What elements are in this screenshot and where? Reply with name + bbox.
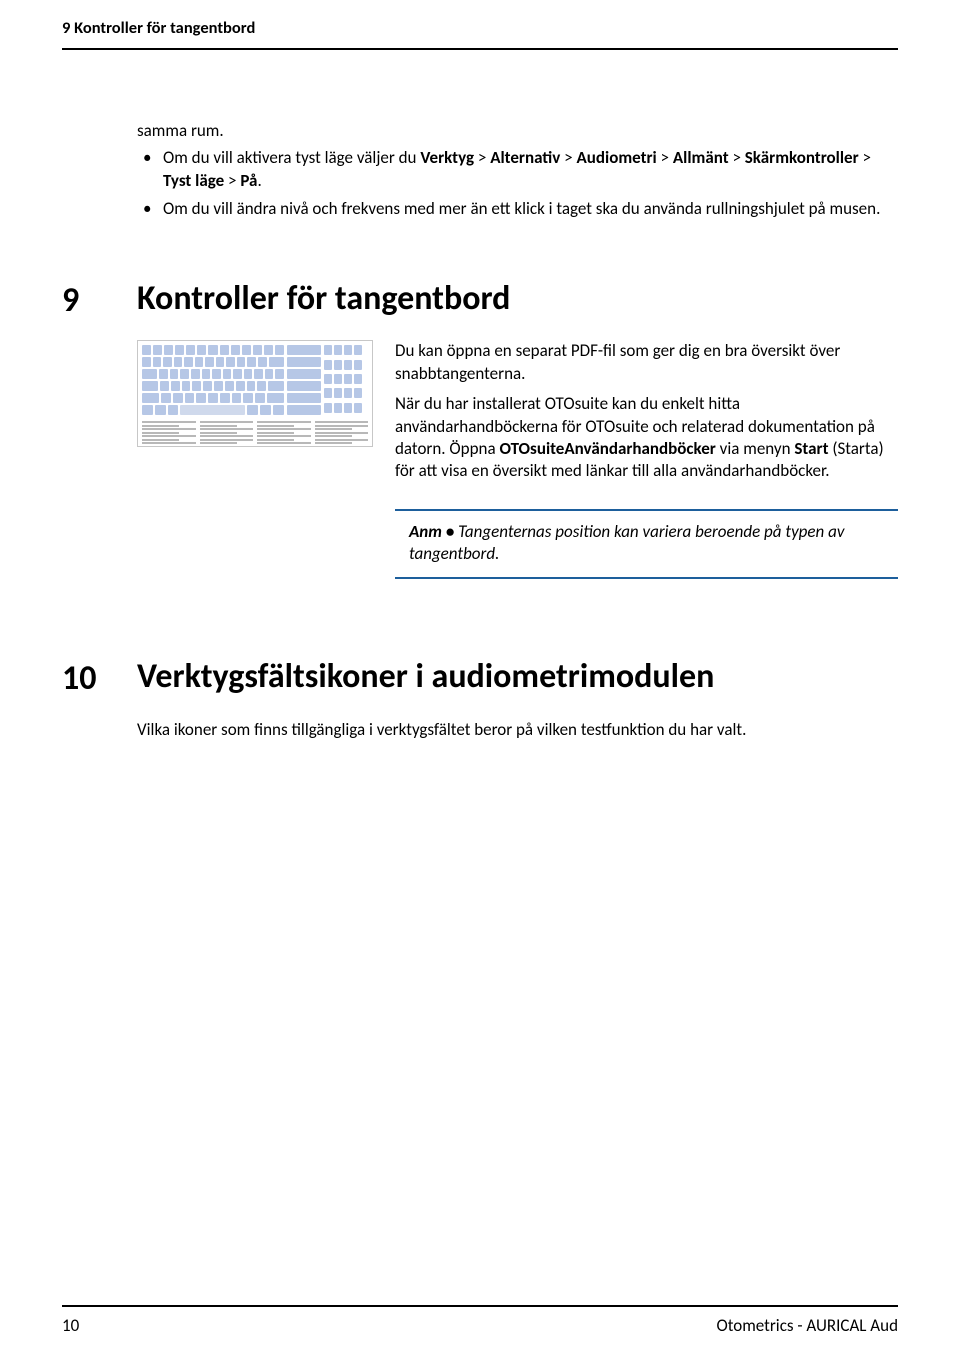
section-9-title: Kontroller för tangentbord [137,281,898,317]
bullet1-path-0: Verktyg [420,147,474,168]
bullet1-path-5: Tyst läge [163,170,224,191]
section-9-p2: När du har installerat OTOsuite kan du e… [395,393,898,483]
footer-product: Otometrics - AURICAL Aud [716,1315,898,1336]
page-content: samma rum. Om du vill aktivera tyst läge… [62,120,898,741]
bullet1-sep-4: > [859,147,871,168]
note-text: Tangenternas position kan variera beroen… [409,521,844,564]
bullet1-sep-0: > [474,147,490,168]
page-footer: 10 Otometrics - AURICAL Aud [62,1305,898,1336]
bullet1-path-4: Skärmkontroller [745,147,859,168]
bullet1-path-1: Alternativ [490,147,560,168]
bullet1-path-2: Audiometri [576,147,656,168]
bullet1-sep-1: > [560,147,576,168]
bullet1-path-6: På [240,170,257,191]
bullet1-post: . [257,170,261,191]
section-10-number: 10 [62,659,137,697]
bullet1-path-3: Allmänt [673,147,729,168]
bullet1-sep-2: > [657,147,673,168]
page-running-header: 9 Kontroller för tangentbord [62,18,898,58]
s9-p2-b: OTOsuiteAnvändarhandböcker [499,438,715,459]
note-label: Anm • [409,521,458,542]
section-9-body: Du kan öppna en separat PDF-fil som ger … [137,340,898,579]
section-9-text: Du kan öppna en separat PDF-fil som ger … [395,340,898,579]
section-10-p1: Vilka ikoner som finns tillgängliga i ve… [137,719,746,740]
footer-page-number: 10 [62,1315,79,1336]
intro-bullet-2: Om du vill ändra nivå och frekvens med m… [163,198,898,220]
note-box: Anm • Tangenternas position kan variera … [395,509,898,579]
section-10-heading-row: 10 Verktygsfältsikoner i audiometrimodul… [62,659,898,697]
s9-p2-d: Start [794,438,828,459]
section-9-number: 9 [62,281,137,319]
bullet2-text: Om du vill ändra nivå och frekvens med m… [163,198,880,219]
running-title: 9 Kontroller för tangentbord [62,18,898,38]
header-rule [62,48,898,50]
section-9-heading-row: 9 Kontroller för tangentbord [62,281,898,319]
section-10-title: Verktygsfältsikoner i audiometrimodulen [137,659,898,695]
footer-rule [62,1305,898,1307]
bullet1-pre: Om du vill aktivera tyst läge väljer du [163,147,420,168]
keyboard-figure [137,340,373,447]
intro-bullet-list: Om du vill aktivera tyst läge väljer du … [137,147,898,220]
section-9-p1: Du kan öppna en separat PDF-fil som ger … [395,340,898,385]
section-10-body: Vilka ikoner som finns tillgängliga i ve… [137,719,898,741]
keyboard-icon [137,340,373,447]
lead-paragraph: samma rum. [137,120,898,141]
bullet1-sep-5: > [224,170,240,191]
s9-p2-c: via menyn [716,438,795,459]
bullet1-sep-3: > [729,147,745,168]
intro-bullet-1: Om du vill aktivera tyst läge väljer du … [163,147,898,192]
